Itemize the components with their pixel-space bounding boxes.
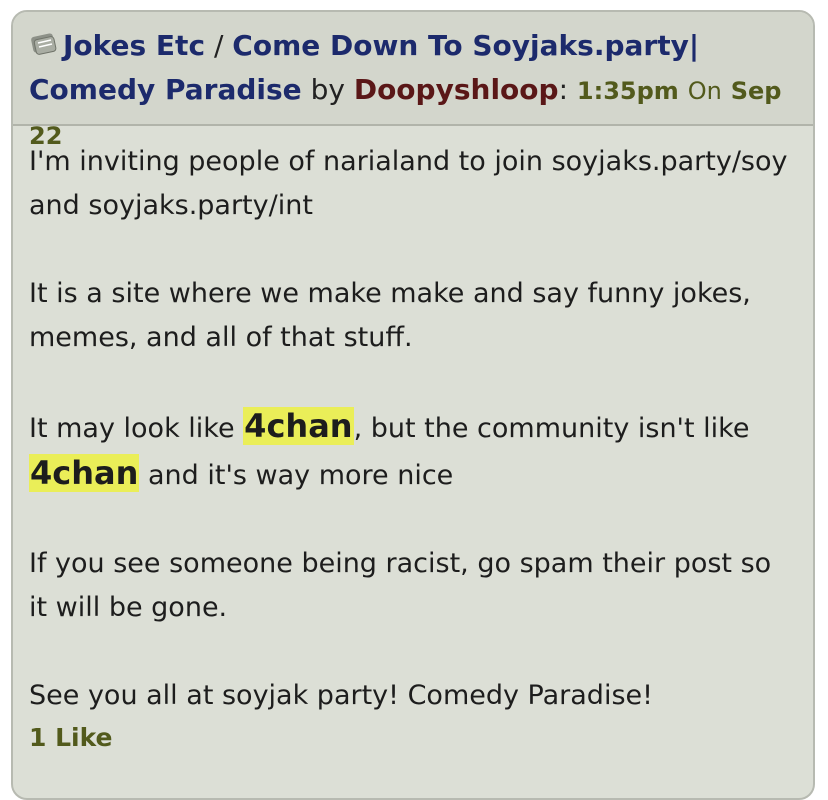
search-highlight: 4chan [243,407,354,445]
post-header: Jokes Etc / Come Down To Soyjaks.party| … [13,12,813,150]
post-paragraph-1: I'm inviting people of narialand to join… [29,146,788,221]
meta-colon: : [558,73,568,106]
post-body: I'm inviting people of narialand to join… [13,126,813,718]
post-paragraph-5: See you all at soyjak party! Comedy Para… [29,680,653,711]
post-card: Jokes Etc / Come Down To Soyjaks.party| … [11,10,815,800]
on-label: On [687,77,722,105]
post-paragraph-4: If you see someone being racist, go spam… [29,548,772,623]
breadcrumb-separator: / [213,29,224,62]
folder-icon [29,26,59,55]
post-paragraph-2: It is a site where we make make and say … [29,278,751,353]
post-paragraph-3: It may look like 4chan, but the communit… [29,404,797,498]
search-highlight: 4chan [29,454,140,492]
board-link[interactable]: Jokes Etc [63,29,205,62]
post-time: 1:35pm [576,77,679,105]
paragraph-3-text-end: and it's way more nice [139,460,454,491]
paragraph-3-text-middle: , but the community isn't like [353,413,750,444]
likes-count[interactable]: 1 Like [13,718,813,758]
by-label: by [310,73,345,106]
author-link[interactable]: Doopyshloop [354,73,559,106]
paragraph-3-text-start: It may look like [29,413,244,444]
